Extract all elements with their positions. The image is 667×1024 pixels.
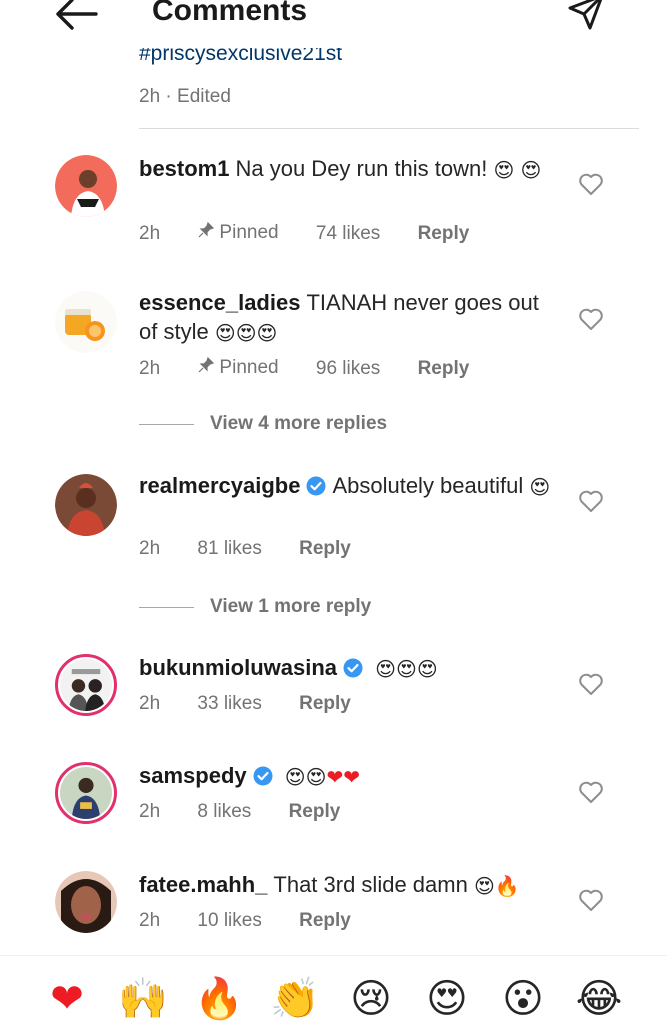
comment-text: realmercyaigbe Absolutely beautiful 😍 <box>139 471 559 500</box>
reply-button[interactable]: Reply <box>299 538 351 560</box>
fire-reaction[interactable]: 🔥 <box>194 974 244 1024</box>
avatar[interactable] <box>55 155 117 217</box>
heart-eyes-emoji: 😍 <box>284 765 306 790</box>
heart-eyes-emoji: 😍 <box>493 158 515 183</box>
heart-eyes-emoji: 😍 <box>214 321 236 346</box>
caption-meta: 2h · Edited <box>139 86 231 107</box>
comment-text: essence_ladies TIANAH never goes out of s… <box>139 288 559 346</box>
send-direct-icon[interactable] <box>566 0 606 32</box>
likes-count[interactable]: 10 likes <box>197 910 261 932</box>
clapping-hands-reaction[interactable]: 👏 <box>270 974 320 1024</box>
like-heart-icon[interactable] <box>578 172 604 196</box>
heart-eyes-emoji: 😍 <box>396 657 417 682</box>
heart-eyes-emoji: 😍 <box>520 158 542 183</box>
likes-count[interactable]: 96 likes <box>316 358 380 380</box>
red-heart-reaction[interactable]: ❤ <box>42 974 92 1024</box>
verified-badge-icon <box>253 764 273 786</box>
view-more-replies[interactable]: View 4 more replies <box>139 413 387 435</box>
view-more-replies[interactable]: View 1 more reply <box>139 596 371 618</box>
comment-username[interactable]: samspedy <box>139 763 247 788</box>
comment-meta: 2h 8 likes Reply <box>139 801 372 823</box>
avatar[interactable] <box>55 654 117 716</box>
heart-eyes-emoji: 😍 <box>416 657 438 682</box>
comment-meta: 2h 81 likes Reply <box>139 538 383 560</box>
fire-emoji: 🔥 <box>494 874 520 899</box>
laughing-tears-reaction[interactable]: 😂 <box>574 974 624 1024</box>
comment-time: 2h <box>139 693 161 714</box>
heart-eyes-emoji: 😍 <box>375 657 397 682</box>
header-bar: Comments <box>0 0 667 38</box>
verified-badge-icon <box>306 474 326 496</box>
comment-time: 2h <box>139 910 161 931</box>
comment-text: bestom1 Na you Dey run this town! 😍 😍 <box>139 154 559 183</box>
comment-meta: 2h Pinned 96 likes Reply <box>139 356 501 380</box>
avatar[interactable] <box>55 762 117 824</box>
comment-text: bukunmioluwasina 😍😍😍 <box>139 653 559 682</box>
avatar[interactable] <box>55 871 117 933</box>
pin-icon <box>197 221 215 245</box>
back-arrow-icon[interactable] <box>52 0 100 32</box>
comment-time: 2h <box>139 801 161 822</box>
avatar[interactable] <box>55 474 117 536</box>
reply-button[interactable]: Reply <box>299 693 351 715</box>
reply-button[interactable]: Reply <box>418 358 470 380</box>
raising-hands-reaction[interactable]: 🙌 <box>118 974 168 1024</box>
heart-eyes-emoji: 😍 <box>235 321 257 346</box>
heart-eyes-emoji: 😍 <box>256 321 278 346</box>
comment-meta: 2h 33 likes Reply <box>139 693 383 715</box>
heart-eyes-emoji: 😍 <box>305 765 327 790</box>
red-heart-emoji: ❤ <box>326 765 344 790</box>
comment-meta: 2h 10 likes Reply <box>139 910 383 932</box>
comment-body: That 3rd slide damn <box>273 872 468 897</box>
thread-line <box>139 606 194 608</box>
reply-button[interactable]: Reply <box>299 910 351 932</box>
thread-line <box>139 423 194 425</box>
likes-count[interactable]: 33 likes <box>197 693 261 715</box>
heart-eyes-reaction[interactable]: 😍 <box>422 974 472 1024</box>
like-heart-icon[interactable] <box>578 888 604 912</box>
likes-count[interactable]: 81 likes <box>197 538 261 560</box>
pinned-label: Pinned <box>197 221 279 245</box>
heart-eyes-emoji: 😍 <box>529 475 551 500</box>
page-title: Comments <box>152 0 308 27</box>
reply-button[interactable]: Reply <box>289 801 341 823</box>
likes-count[interactable]: 8 likes <box>197 801 251 823</box>
avatar[interactable] <box>55 291 117 353</box>
like-heart-icon[interactable] <box>578 672 604 696</box>
verified-badge-icon <box>343 656 363 678</box>
pinned-label: Pinned <box>197 356 279 380</box>
comment-text: samspedy 😍😍❤❤ <box>139 761 559 790</box>
comment-text: fatee.mahh_ That 3rd slide damn 😍🔥 <box>139 870 559 899</box>
reply-button[interactable]: Reply <box>418 223 470 245</box>
like-heart-icon[interactable] <box>578 307 604 331</box>
like-heart-icon[interactable] <box>578 780 604 804</box>
comment-username[interactable]: realmercyaigbe <box>139 473 300 498</box>
surprised-face-reaction[interactable]: 😮 <box>498 974 548 1024</box>
caption-divider <box>139 128 639 129</box>
like-heart-icon[interactable] <box>578 489 604 513</box>
red-heart-emoji: ❤ <box>343 765 360 790</box>
heart-eyes-emoji: 😍 <box>473 874 495 899</box>
likes-count[interactable]: 74 likes <box>316 223 380 245</box>
comment-time: 2h <box>139 358 161 379</box>
comment-username[interactable]: essence_ladies <box>139 290 300 315</box>
crying-face-reaction[interactable]: 😢 <box>346 974 396 1024</box>
quick-reaction-bar: ❤ 🙌 🔥 👏 😢 😍 😮 😂 <box>0 955 667 1024</box>
pin-icon <box>197 356 215 380</box>
comment-username[interactable]: bukunmioluwasina <box>139 655 337 680</box>
comment-time: 2h <box>139 223 161 244</box>
comment-body: Na you Dey run this town! <box>235 156 488 181</box>
comment-meta: 2h Pinned 74 likes Reply <box>139 221 501 245</box>
comment-username[interactable]: bestom1 <box>139 156 229 181</box>
comment-time: 2h <box>139 538 161 559</box>
caption-hashtag[interactable]: #priscysexclusive21st <box>139 48 342 70</box>
comment-body: Absolutely beautiful <box>332 473 524 498</box>
comment-username[interactable]: fatee.mahh_ <box>139 872 267 897</box>
